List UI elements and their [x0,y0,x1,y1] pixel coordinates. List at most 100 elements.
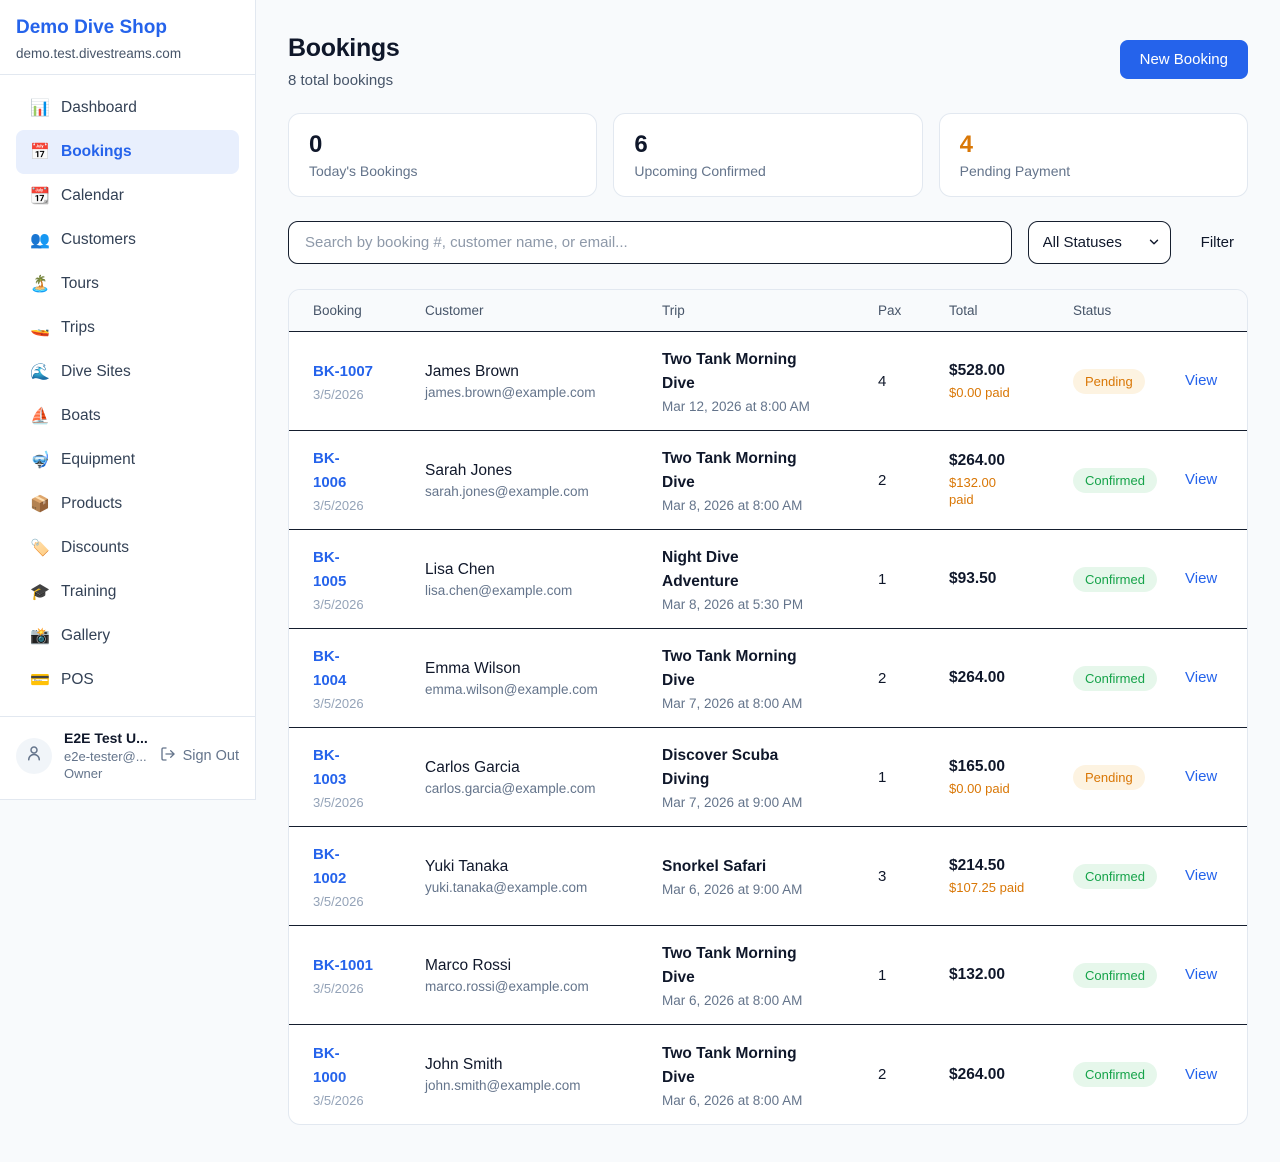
view-link[interactable]: View [1185,471,1217,488]
pos-icon: 💳 [30,670,50,690]
trip-datetime: Mar 6, 2026 at 8:00 AM [662,1093,878,1108]
table-row: BK- 1003 3/5/2026 Carlos Garcia carlos.g… [289,728,1247,827]
sidebar-item-discounts[interactable]: 🏷️ Discounts [16,526,239,570]
stat-value: 4 [960,130,1227,159]
booking-id-link[interactable]: BK- 1006 [313,447,346,495]
booking-id-link[interactable]: BK- 1002 [313,843,346,891]
customer-cell: Yuki Tanaka yuki.tanaka@example.com [425,858,662,895]
customer-name: Emma Wilson [425,660,662,678]
stat-card-todays-bookings: 0 Today's Bookings [288,113,597,197]
booking-id-link[interactable]: BK- 1005 [313,546,346,594]
booking-id-link[interactable]: BK-1007 [313,360,373,384]
booking-cell: BK- 1003 3/5/2026 [313,744,425,810]
view-link[interactable]: View [1185,372,1217,389]
sidebar-item-dashboard[interactable]: 📊 Dashboard [16,86,239,130]
trip-cell: Two Tank Morning Dive Mar 6, 2026 at 8:0… [662,942,878,1008]
view-link[interactable]: View [1185,570,1217,587]
booking-date: 3/5/2026 [313,894,425,909]
bookings-table: Booking Customer Trip Pax Total Status B… [288,289,1248,1125]
sidebar-item-dive-sites[interactable]: 🌊 Dive Sites [16,350,239,394]
new-booking-button[interactable]: New Booking [1120,40,1248,79]
trip-name: Two Tank Morning Dive [662,645,818,693]
total-cell: $132.00 [949,966,1073,984]
view-link[interactable]: View [1185,669,1217,686]
view-link[interactable]: View [1185,1066,1217,1083]
table-header-row: Booking Customer Trip Pax Total Status [289,290,1247,332]
column-header-booking: Booking [313,303,425,318]
view-link[interactable]: View [1185,768,1217,785]
trips-icon: 🚤 [30,318,50,338]
trip-cell: Two Tank Morning Dive Mar 7, 2026 at 8:0… [662,645,878,711]
stat-value: 6 [634,130,901,159]
customer-name: James Brown [425,363,662,381]
customer-cell: Carlos Garcia carlos.garcia@example.com [425,759,662,796]
dashboard-icon: 📊 [30,98,50,118]
booking-cell: BK- 1005 3/5/2026 [313,546,425,612]
sidebar-item-training[interactable]: 🎓 Training [16,570,239,614]
paid-amount: $0.00 paid [949,384,1073,401]
pax-cell: 1 [878,967,949,984]
customer-email: carlos.garcia@example.com [425,781,662,796]
booking-id-link[interactable]: BK- 1003 [313,744,346,792]
sidebar-nav: 📊 Dashboard 📅 Bookings 📆 Calendar 👥 Cust… [0,75,255,713]
table-row: BK- 1000 3/5/2026 John Smith john.smith@… [289,1025,1247,1124]
booking-cell: BK-1001 3/5/2026 [313,954,425,996]
trip-datetime: Mar 6, 2026 at 9:00 AM [662,882,878,897]
search-input[interactable] [288,221,1012,264]
booking-id-link[interactable]: BK- 1000 [313,1042,346,1090]
booking-cell: BK- 1006 3/5/2026 [313,447,425,513]
filter-button[interactable]: Filter [1187,234,1248,251]
stat-card-upcoming-confirmed: 6 Upcoming Confirmed [613,113,922,197]
stat-label: Pending Payment [960,163,1227,179]
table-row: BK- 1002 3/5/2026 Yuki Tanaka yuki.tanak… [289,827,1247,926]
sidebar-item-calendar[interactable]: 📆 Calendar [16,174,239,218]
sidebar-footer: E2E Test U... e2e-tester@... Owner Sign … [0,716,255,799]
sidebar-item-label: Bookings [61,143,132,161]
table-row: BK- 1005 3/5/2026 Lisa Chen lisa.chen@ex… [289,530,1247,629]
total-amount: $264.00 [949,452,1073,470]
total-amount: $214.50 [949,857,1073,875]
status-badge: Pending [1073,369,1145,394]
sidebar-item-products[interactable]: 📦 Products [16,482,239,526]
sidebar-item-customers[interactable]: 👥 Customers [16,218,239,262]
status-badge: Confirmed [1073,468,1157,493]
sidebar-item-label: Trips [61,319,95,337]
customers-icon: 👥 [30,230,50,250]
status-filter-select[interactable]: All Statuses [1028,221,1171,264]
paid-amount: $107.25 paid [949,879,1073,896]
stat-value: 0 [309,130,576,159]
view-link[interactable]: View [1185,966,1217,983]
sidebar-item-equipment[interactable]: 🤿 Equipment [16,438,239,482]
actions-cell: View [1185,570,1223,588]
view-link[interactable]: View [1185,867,1217,884]
sidebar-item-trips[interactable]: 🚤 Trips [16,306,239,350]
brand-block: Demo Dive Shop demo.test.divestreams.com [0,0,255,75]
trip-datetime: Mar 7, 2026 at 8:00 AM [662,696,878,711]
sidebar-item-pos[interactable]: 💳 POS [16,658,239,702]
status-badge: Confirmed [1073,963,1157,988]
actions-cell: View [1185,1066,1223,1084]
trip-name: Two Tank Morning Dive [662,348,818,396]
trip-name: Snorkel Safari [662,855,818,879]
booking-date: 3/5/2026 [313,1093,425,1108]
user-info: E2E Test U... e2e-tester@... Owner [64,730,148,781]
bookings-icon: 📅 [30,142,50,162]
sidebar-item-boats[interactable]: ⛵ Boats [16,394,239,438]
customer-email: james.brown@example.com [425,385,662,400]
sidebar-item-label: Tours [61,275,99,293]
sidebar-item-gallery[interactable]: 📸 Gallery [16,614,239,658]
sign-out-button[interactable]: Sign Out [160,746,239,766]
stat-label: Upcoming Confirmed [634,163,901,179]
pax-cell: 3 [878,868,949,885]
booking-id-link[interactable]: BK- 1004 [313,645,346,693]
total-amount: $93.50 [949,570,1073,588]
sidebar-item-tours[interactable]: 🏝️ Tours [16,262,239,306]
user-email: e2e-tester@... [64,749,148,764]
booking-id-link[interactable]: BK-1001 [313,954,373,978]
main-content: Bookings 8 total bookings New Booking 0 … [256,0,1280,1159]
sidebar-item-bookings[interactable]: 📅 Bookings [16,130,239,174]
person-icon [25,744,43,767]
sidebar-item-label: Customers [61,231,136,249]
total-cell: $264.00 [949,1066,1073,1084]
trip-cell: Two Tank Morning Dive Mar 6, 2026 at 8:0… [662,1042,878,1108]
